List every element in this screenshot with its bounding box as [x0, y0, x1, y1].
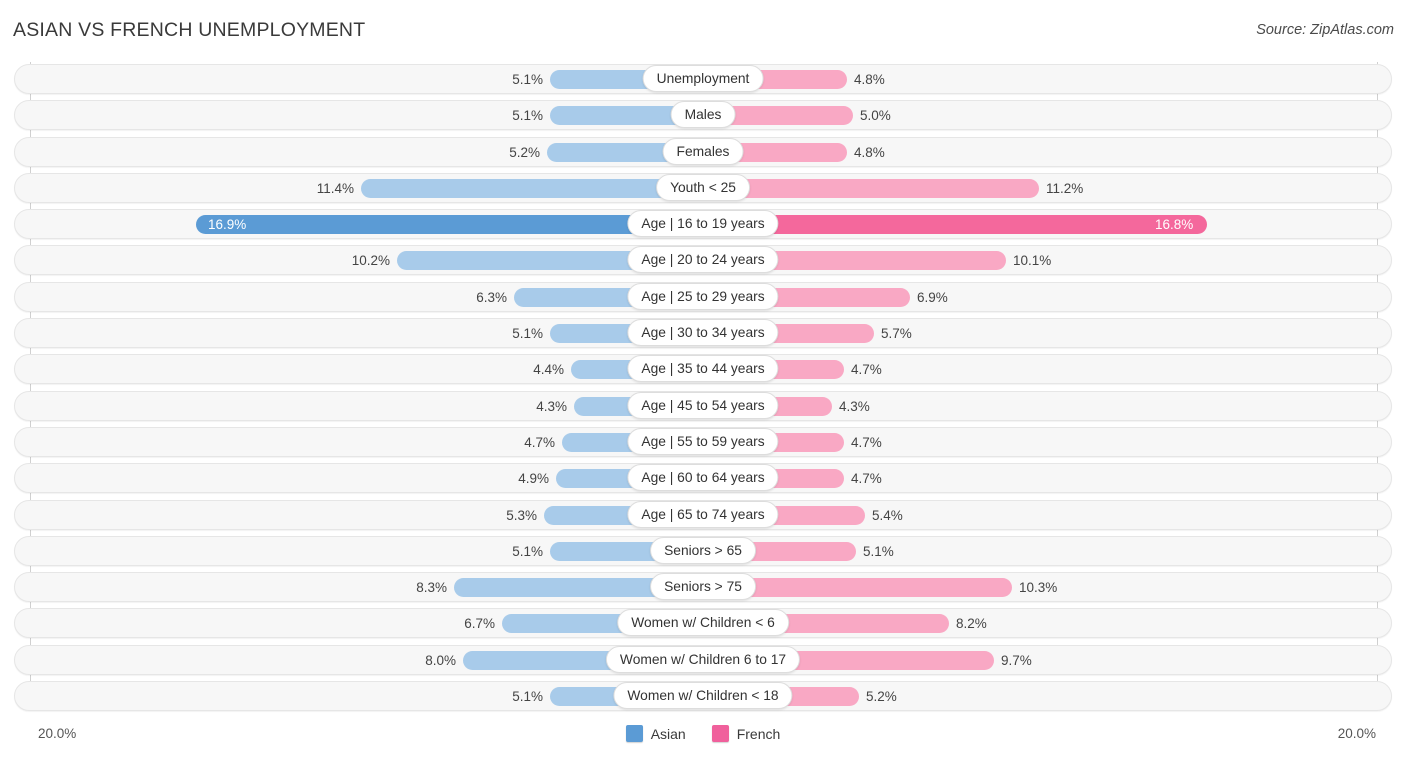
category-label: Women w/ Children 6 to 17	[605, 645, 801, 673]
value-label-asian: 5.1%	[512, 689, 543, 705]
value-label-french: 10.1%	[1013, 253, 1052, 269]
chart-plot-area: 5.1% 4.8% Unemployment 5.1% 5.0% Males 5.2% 4.8…	[0, 62, 1406, 717]
value-label-asian: 10.2%	[351, 253, 390, 269]
value-label-french: 10.3%	[1019, 580, 1058, 596]
table-row: 16.9% 16.8% Age | 16 to 19 years	[0, 207, 1406, 243]
legend-label: Asian	[650, 725, 686, 742]
value-label-french: 16.8%	[1155, 217, 1194, 233]
value-label-french: 4.7%	[851, 471, 882, 487]
category-label: Age | 30 to 34 years	[627, 319, 779, 347]
legend-swatch-icon	[625, 725, 643, 742]
value-label-asian: 16.9%	[208, 217, 247, 233]
value-label-french: 4.8%	[854, 72, 885, 87]
value-label-asian: 8.0%	[425, 652, 456, 668]
table-row: 8.3% 10.3% Seniors > 75	[0, 570, 1406, 606]
table-row: 6.3% 6.9% Age | 25 to 29 years	[0, 280, 1406, 316]
value-label-asian: 5.3%	[506, 507, 537, 523]
value-label-asian: 4.3%	[536, 398, 567, 414]
table-row: 5.1% 5.2% Women w/ Children < 18	[0, 679, 1406, 715]
legend-item: Asian	[625, 725, 686, 742]
category-label: Women w/ Children < 18	[613, 682, 793, 710]
value-label-french: 4.7%	[851, 362, 882, 378]
value-label-french: 5.0%	[860, 108, 891, 124]
table-row: 5.1% 5.0% Males	[0, 98, 1406, 134]
table-row: 5.1% 4.8% Unemployment	[0, 62, 1406, 98]
value-label-asian: 4.7%	[524, 434, 555, 450]
table-row: 5.3% 5.4% Age | 65 to 74 years	[0, 498, 1406, 534]
value-label-asian: 4.4%	[533, 362, 564, 378]
category-label: Age | 55 to 59 years	[627, 427, 779, 455]
table-row: 6.7% 8.2% Women w/ Children < 6	[0, 606, 1406, 642]
value-label-french: 11.2%	[1046, 180, 1084, 196]
table-row: 5.2% 4.8% Females	[0, 135, 1406, 171]
category-label: Age | 45 to 54 years	[627, 391, 779, 419]
value-label-french: 8.2%	[956, 616, 987, 632]
legend-swatch-icon	[711, 725, 729, 742]
value-label-asian: 5.1%	[512, 326, 543, 342]
chart-rows: 5.1% 4.8% Unemployment 5.1% 5.0% Males 5.2% 4.8…	[0, 62, 1406, 715]
value-label-french: 5.2%	[866, 689, 897, 705]
value-label-asian: 11.4%	[316, 180, 354, 196]
value-label-french: 4.3%	[839, 398, 870, 414]
chart-header: ASIAN VS FRENCH UNEMPLOYMENT Source: Zip…	[0, 0, 1406, 62]
chart-footer: 20.0% 20.0% Asian French	[0, 717, 1406, 757]
table-row: 4.4% 4.7% Age | 35 to 44 years	[0, 352, 1406, 388]
category-label: Unemployment	[642, 65, 764, 92]
value-label-french: 6.9%	[917, 289, 948, 305]
value-label-french: 5.4%	[872, 507, 903, 523]
page-title: ASIAN VS FRENCH UNEMPLOYMENT	[13, 19, 366, 41]
value-label-asian: 6.7%	[464, 616, 495, 632]
table-row: 5.1% 5.7% Age | 30 to 34 years	[0, 316, 1406, 352]
category-label: Age | 16 to 19 years	[627, 210, 779, 238]
category-label: Females	[662, 137, 744, 165]
category-label: Age | 65 to 74 years	[627, 500, 779, 528]
value-label-asian: 6.3%	[476, 289, 507, 305]
value-label-french: 5.1%	[863, 543, 894, 559]
bar-french	[703, 215, 1207, 237]
table-row: 5.1% 5.1% Seniors > 65	[0, 534, 1406, 570]
chart-legend: Asian French	[0, 725, 1406, 742]
category-label: Youth < 25	[656, 173, 750, 201]
table-row: 8.0% 9.7% Women w/ Children 6 to 17	[0, 643, 1406, 679]
value-label-asian: 5.2%	[509, 144, 540, 160]
value-label-french: 4.8%	[854, 144, 885, 160]
bar-french	[703, 178, 1039, 200]
chart-page: ASIAN VS FRENCH UNEMPLOYMENT Source: Zip…	[0, 0, 1406, 757]
table-row: 4.7% 4.7% Age | 55 to 59 years	[0, 425, 1406, 461]
category-label: Age | 60 to 64 years	[627, 464, 779, 492]
value-label-asian: 8.3%	[416, 580, 447, 596]
category-label: Age | 35 to 44 years	[627, 355, 779, 383]
table-row: 4.3% 4.3% Age | 45 to 54 years	[0, 389, 1406, 425]
category-label: Age | 20 to 24 years	[627, 246, 779, 274]
legend-label: French	[736, 725, 781, 742]
table-row: 11.4% 11.2% Youth < 25	[0, 171, 1406, 207]
value-label-asian: 4.9%	[518, 471, 549, 487]
category-label: Males	[670, 101, 736, 129]
category-label: Seniors > 75	[650, 573, 756, 601]
source-attribution: Source: ZipAtlas.com	[1256, 22, 1394, 38]
legend-item: French	[711, 725, 781, 742]
value-label-asian: 5.1%	[512, 543, 543, 559]
table-row: 10.2% 10.1% Age | 20 to 24 years	[0, 243, 1406, 279]
value-label-french: 4.7%	[851, 434, 882, 450]
value-label-french: 5.7%	[881, 326, 912, 342]
category-label: Age | 25 to 29 years	[627, 282, 779, 310]
bar-asian	[361, 178, 703, 200]
category-label: Seniors > 65	[650, 536, 756, 564]
value-label-french: 9.7%	[1001, 652, 1032, 668]
category-label: Women w/ Children < 6	[617, 609, 789, 637]
value-label-asian: 5.1%	[512, 108, 543, 124]
value-label-asian: 5.1%	[512, 72, 543, 87]
table-row: 4.9% 4.7% Age | 60 to 64 years	[0, 461, 1406, 497]
